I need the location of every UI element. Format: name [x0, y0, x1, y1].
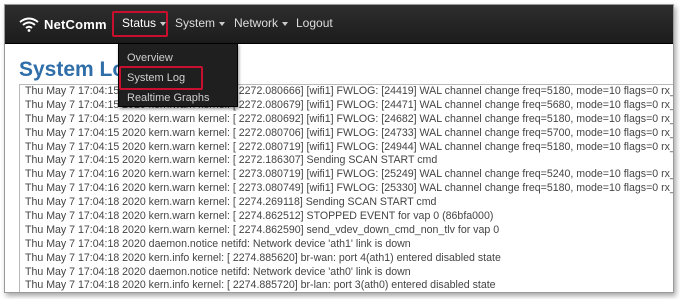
log-line: Thu May 7 17:04:15 2020 kern.warn kernel… [25, 140, 674, 153]
log-line: Thu May 7 17:04:18 2020 daemon.notice ne… [25, 265, 411, 278]
log-line: Thu May 7 17:04:16 2020 kern.warn kernel… [25, 168, 674, 181]
log-line: Thu May 7 17:04:18 2020 daemon.notice ne… [25, 237, 411, 250]
nav-network-menu[interactable]: Network [234, 16, 289, 30]
nav-system-menu[interactable]: System [175, 16, 226, 30]
netcomm-logo-icon [19, 17, 39, 32]
status-highlight-box [112, 11, 168, 37]
nav-logout-link[interactable]: Logout [296, 16, 333, 30]
nav-logout-label: Logout [296, 16, 333, 30]
system-log-highlight-box [119, 66, 203, 90]
menu-item-overview[interactable]: Overview [127, 52, 173, 64]
browser-frame: NetComm Status System Network Logout Sys… [4, 4, 674, 293]
log-line: Thu May 7 17:04:18 2020 kern.info kernel… [25, 279, 496, 292]
log-line: Thu May 7 17:04:18 2020 kern.info kernel… [25, 251, 501, 264]
log-line: Thu May 7 17:04:15 2020 kern.warn kernel… [25, 154, 438, 167]
nav-system-label: System [175, 16, 216, 30]
chevron-down-icon [282, 21, 289, 26]
log-line: Thu May 7 17:04:16 2020 kern.warn kernel… [25, 182, 674, 195]
log-line: Thu May 7 17:04:18 2020 kern.warn kernel… [25, 223, 500, 236]
menu-item-realtime-graphs[interactable]: Realtime Graphs [127, 92, 210, 104]
brand-logo[interactable]: NetComm [18, 15, 107, 33]
log-line: Thu May 7 17:04:15 2020 kern.warn kernel… [25, 126, 674, 139]
top-navbar: NetComm Status System Network Logout [5, 5, 673, 44]
chevron-down-icon [219, 21, 226, 26]
log-line: Thu May 7 17:04:18 2020 kern.warn kernel… [25, 196, 437, 209]
brand-name: NetComm [44, 16, 107, 32]
system-log-textarea[interactable]: Thu May 7 17:04:15 2020 kern.warn kernel… [19, 84, 674, 292]
nav-network-label: Network [234, 16, 279, 30]
log-line: Thu May 7 17:04:15 2020 kern.warn kernel… [25, 112, 674, 125]
log-line: Thu May 7 17:04:18 2020 kern.warn kernel… [25, 210, 494, 223]
